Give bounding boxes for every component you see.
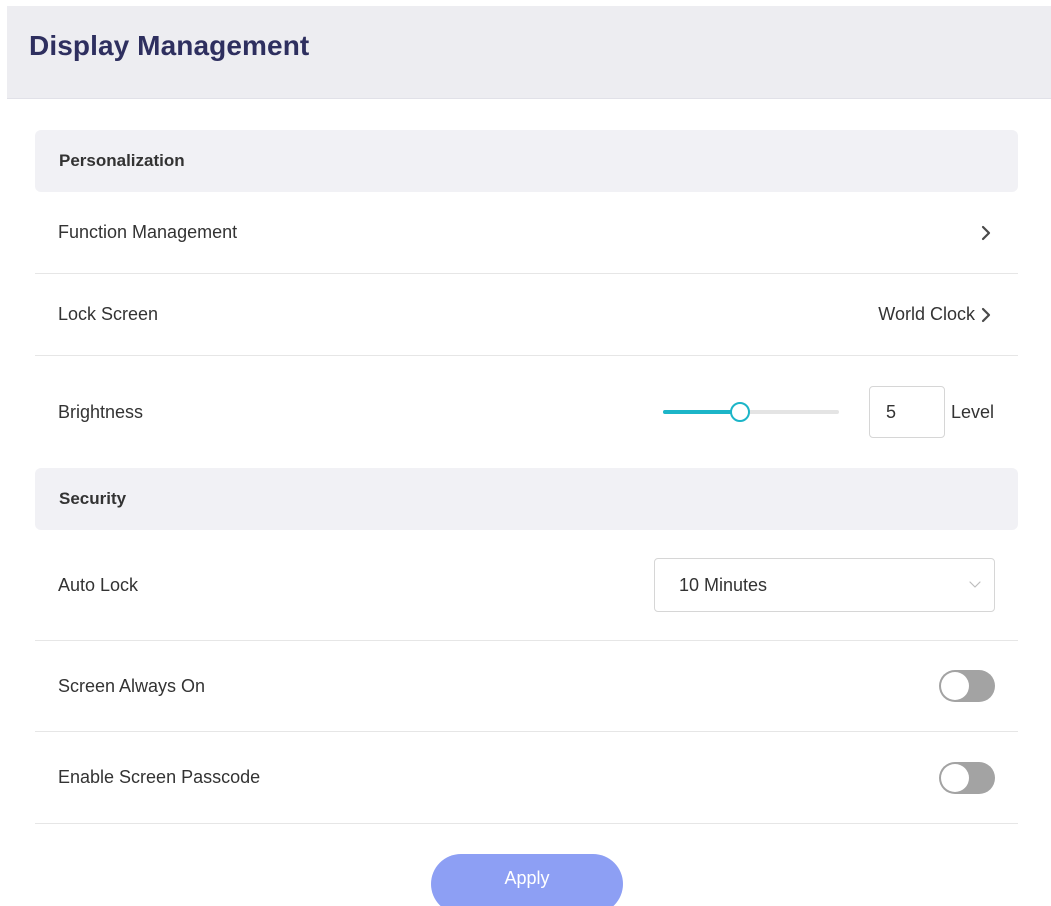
chevron-down-icon: [968, 575, 982, 596]
section-title: Personalization: [59, 151, 185, 170]
brightness-row: Brightness Level: [35, 356, 1018, 468]
auto-lock-label: Auto Lock: [58, 574, 139, 595]
brightness-slider[interactable]: [662, 401, 839, 423]
screen-passcode-label: Enable Screen Passcode: [58, 767, 261, 787]
brightness-label: Brightness: [58, 401, 144, 422]
brightness-controls: Level: [662, 386, 994, 438]
auto-lock-row: Auto Lock 10 Minutes: [35, 530, 1018, 641]
screen-passcode-toggle[interactable]: [939, 761, 995, 794]
toggle-knob: [941, 672, 969, 700]
screen-always-on-toggle[interactable]: [939, 670, 995, 702]
chevron-right-icon[interactable]: [977, 224, 995, 242]
section-header-personalization: Personalization: [35, 130, 1018, 192]
auto-lock-selected-value: 10 Minutes: [679, 574, 768, 595]
brightness-level-input[interactable]: [868, 386, 945, 438]
screen-always-on-label: Screen Always On: [58, 675, 206, 696]
lock-screen-row[interactable]: Lock Screen World Clock: [35, 274, 1018, 356]
lock-screen-label: Lock Screen: [58, 304, 159, 324]
apply-button[interactable]: Apply: [431, 854, 623, 906]
auto-lock-select[interactable]: 10 Minutes: [654, 558, 995, 612]
chevron-right-icon[interactable]: [977, 306, 995, 324]
display-management-page: Display Management Personalization Funct…: [0, 0, 1051, 906]
lock-screen-value[interactable]: World Clock: [878, 304, 975, 325]
function-management-label: Function Management: [58, 222, 238, 242]
slider-thumb[interactable]: [730, 402, 751, 422]
screen-always-on-row: Screen Always On: [35, 641, 1018, 732]
section-header-security: Security: [35, 468, 1018, 530]
toggle-knob: [941, 763, 969, 792]
section-title: Security: [59, 489, 127, 508]
slider-fill: [662, 410, 741, 414]
screen-passcode-row: Enable Screen Passcode: [35, 732, 1018, 824]
page-header: Display Management: [7, 6, 1051, 99]
page-title: Display Management: [29, 30, 310, 61]
brightness-unit-label: Level: [950, 401, 994, 422]
settings-panel: Personalization Function Management Lock…: [35, 130, 1018, 824]
lock-screen-value-group: World Clock: [878, 304, 995, 325]
function-management-row[interactable]: Function Management: [35, 192, 1018, 274]
